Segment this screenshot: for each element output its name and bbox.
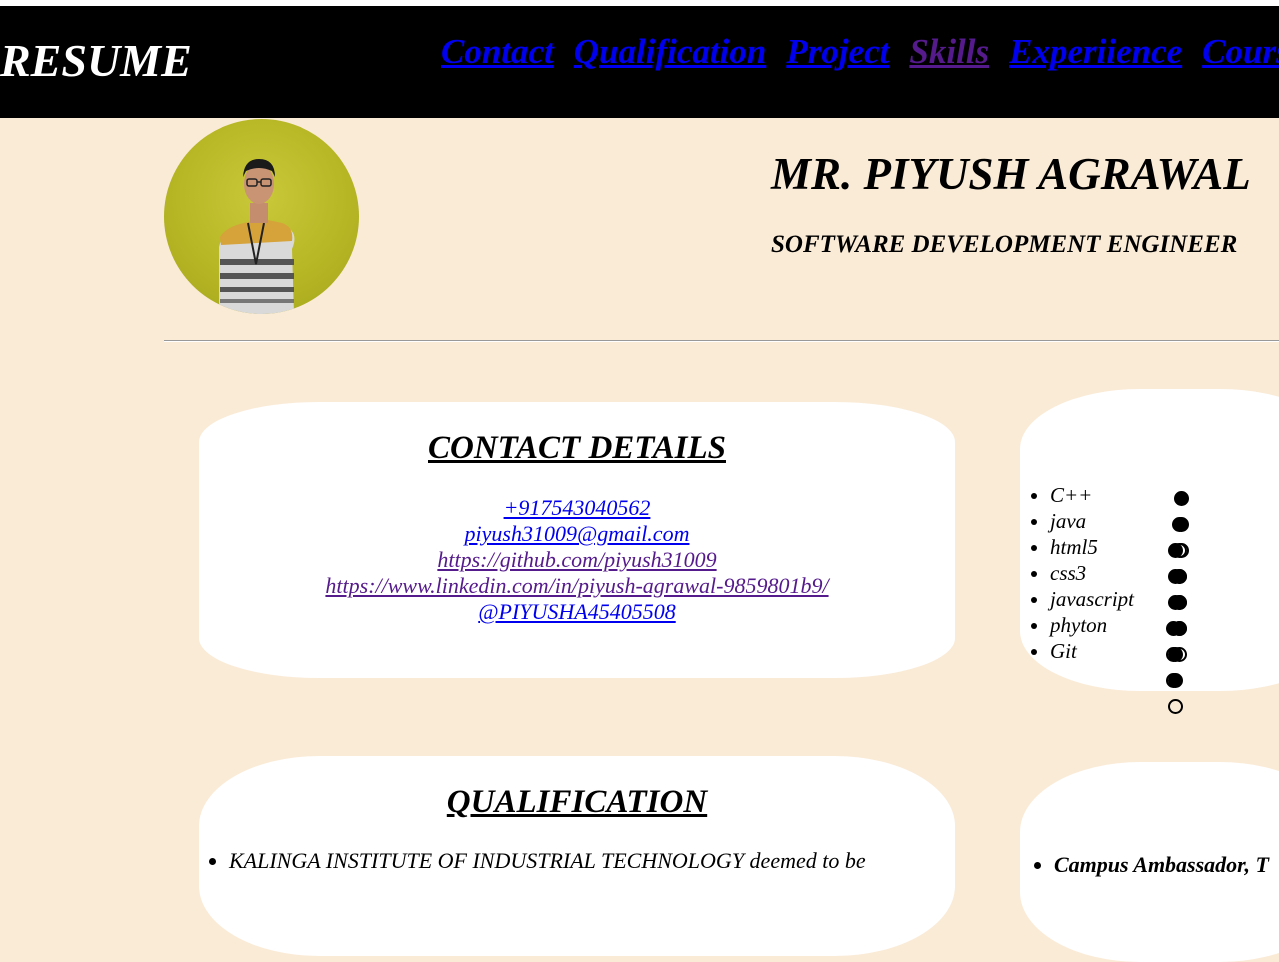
rating-dot-filled [1166,621,1181,636]
phone-link[interactable]: +917543040562 [199,495,955,521]
skill-name: phyton [1050,613,1108,637]
nav-link-courses[interactable]: Courses [1202,32,1279,71]
nav-links: Contact Qualification Project Skills Experii… [441,32,1279,72]
nav-link-qualification[interactable]: Qualification [574,32,767,71]
navbar: RESUME Contact Qualification Project Skills… [0,6,1279,118]
qualification-item: KALINGA INSTITUTE OF INDUSTRIAL TECHNOLO… [229,848,929,874]
profile-name: MR. PIYUSH AGRAWAL [771,149,1251,199]
rating-dot-filled [1168,543,1183,558]
rating-dot-filled [1174,491,1189,506]
nav-link-skills[interactable]: Skills [909,32,989,71]
rating-dot-empty [1168,699,1183,714]
skill-name: Git [1050,639,1077,663]
profile-role: SOFTWARE DEVELOPMENT ENGINEER [771,231,1238,258]
rating-dot-filled [1168,647,1183,662]
qualification-card: QUALIFICATION KALINGA INSTITUTE OF INDUS… [199,756,955,956]
profile-photo-person [219,159,295,314]
section-divider [164,340,1279,342]
skill-name: css3 [1050,561,1087,585]
contact-title: CONTACT DETAILS [428,430,726,466]
skill-name: html5 [1050,535,1098,559]
email-link[interactable]: piyush31009@gmail.com [199,521,955,547]
nav-link-contact[interactable]: Contact [441,32,554,71]
skill-name: C++ [1050,483,1093,507]
brand-title: RESUME [0,35,192,86]
nav-link-project[interactable]: Project [786,32,889,71]
rating-dot-filled [1172,569,1187,584]
nav-link-experience[interactable]: Experiience [1009,32,1182,71]
experience-card: Campus Ambassador, T [1020,762,1279,962]
experience-list: Campus Ambassador, T [1054,852,1269,878]
contact-card: CONTACT DETAILS +917543040562 piyush3100… [199,402,955,678]
qualification-title: QUALIFICATION [446,784,708,820]
experience-item: Campus Ambassador, T [1054,852,1269,878]
contact-list: +917543040562 piyush31009@gmail.com http… [199,495,955,625]
skill-name: javascript [1050,587,1134,611]
rating-dot-filled [1172,517,1187,532]
rating-dot-filled [1168,673,1183,688]
twitter-link[interactable]: @PIYUSHA45405508 [199,599,955,625]
github-link[interactable]: https://github.com/piyush31009 [199,547,955,573]
profile-photo [164,119,359,314]
skills-card: C++ java html5 css3 javascript phyton Git [1020,389,1279,714]
linkedin-link[interactable]: https://www.linkedin.com/in/piyush-agraw… [199,573,955,599]
rating-dot-filled [1172,595,1187,610]
skill-rating [1168,642,1186,720]
qualification-list: KALINGA INSTITUTE OF INDUSTRIAL TECHNOLO… [229,848,929,874]
skill-name: java [1050,509,1087,533]
